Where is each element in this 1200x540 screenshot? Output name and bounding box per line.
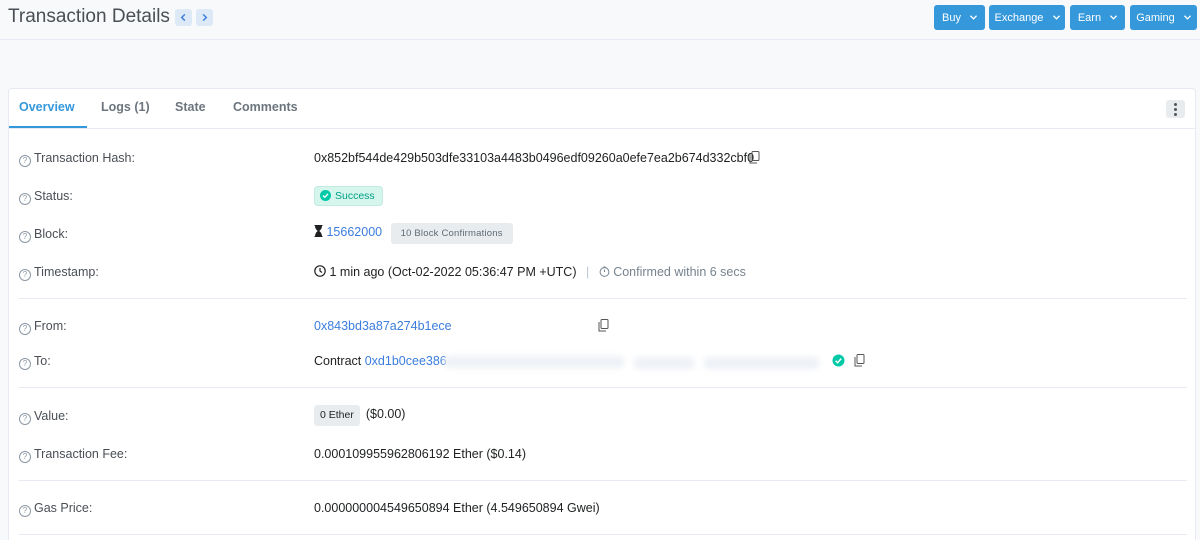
- question-icon: ?: [19, 231, 31, 243]
- tab-comments[interactable]: Comments: [233, 100, 298, 114]
- more-options-button[interactable]: [1166, 100, 1185, 118]
- question-icon: ?: [19, 413, 31, 425]
- tx-hash-label: ? Transaction Hash:: [19, 151, 135, 167]
- confirmed-within-text: Confirmed within 6 secs: [613, 265, 746, 279]
- exchange-label: Exchange: [994, 12, 1044, 24]
- question-icon: ?: [19, 323, 31, 335]
- chevron-down-icon: [1183, 5, 1191, 30]
- from-address-link[interactable]: 0x843bd3a87a274b1ece: [314, 319, 452, 333]
- status-badge: Success: [314, 186, 383, 206]
- tab-bar: Overview Logs (1) State Comments: [9, 89, 1195, 129]
- stopwatch-icon: [599, 266, 610, 277]
- chevron-down-icon: [1052, 5, 1060, 30]
- gaming-label: Gaming: [1136, 12, 1175, 24]
- chevron-down-icon: [1110, 5, 1118, 30]
- exchange-dropdown-button[interactable]: Exchange: [989, 5, 1065, 30]
- copy-icon[interactable]: [854, 354, 865, 367]
- block-number-link[interactable]: 15662000: [326, 225, 382, 239]
- status-label: ? Status:: [19, 189, 73, 205]
- question-icon: ?: [19, 358, 31, 370]
- confirmations-badge: 10 Block Confirmations: [390, 223, 513, 244]
- question-icon: ?: [19, 451, 31, 463]
- clock-icon: [314, 265, 326, 277]
- tx-hash-value: 0x852bf544de429b503dfe33103a4483b0496edf…: [314, 151, 755, 165]
- page-title: Transaction Details: [8, 6, 170, 27]
- to-address-link[interactable]: 0xd1b0cee386: [365, 354, 447, 368]
- divider: [19, 298, 1187, 299]
- gas-price-value: 0.000000004549650894 Ether (4.549650894 …: [314, 501, 600, 515]
- timestamp-label: ? Timestamp:: [19, 265, 99, 281]
- transaction-details-card: Overview Logs (1) State Comments ? Transa…: [8, 88, 1196, 540]
- copy-icon[interactable]: [749, 151, 760, 164]
- buy-dropdown-button[interactable]: Buy: [934, 5, 985, 30]
- chevron-left-icon: [180, 13, 186, 22]
- redacted-address: [704, 357, 819, 369]
- copy-icon[interactable]: [598, 319, 609, 332]
- tab-state[interactable]: State: [175, 100, 206, 114]
- to-address-value: Contract 0xd1b0cee386: [314, 354, 447, 368]
- question-icon: ?: [19, 193, 31, 205]
- redacted-address: [444, 356, 624, 368]
- active-tab-indicator: [9, 126, 87, 128]
- divider: [19, 480, 1187, 481]
- hourglass-icon: [314, 225, 323, 237]
- tab-logs[interactable]: Logs (1): [101, 100, 150, 114]
- value-amount: 0 Ether ($0.00): [314, 405, 405, 426]
- to-label: ? To:: [19, 354, 51, 370]
- check-circle-icon: [320, 190, 331, 201]
- tx-fee-value: 0.000109955962806192 Ether ($0.14): [314, 447, 526, 461]
- chevron-down-icon: [969, 5, 978, 30]
- buy-label: Buy: [941, 12, 961, 24]
- tx-fee-label: ? Transaction Fee:: [19, 447, 127, 463]
- earn-dropdown-button[interactable]: Earn: [1070, 5, 1125, 30]
- next-arrow-button[interactable]: [196, 9, 213, 26]
- timestamp-value: 1 min ago (Oct-02-2022 05:36:47 PM +UTC)…: [314, 265, 746, 279]
- prev-arrow-button[interactable]: [175, 9, 192, 26]
- divider: [19, 387, 1187, 388]
- block-label: ? Block:: [19, 227, 68, 243]
- gas-price-label: ? Gas Price:: [19, 501, 92, 517]
- question-icon: ?: [19, 155, 31, 167]
- block-value: 15662000 10 Block Confirmations: [314, 223, 513, 244]
- question-icon: ?: [19, 269, 31, 281]
- verified-check-icon: [832, 354, 845, 367]
- chevron-right-icon: [202, 13, 208, 22]
- from-label: ? From:: [19, 319, 67, 335]
- earn-label: Earn: [1077, 12, 1102, 24]
- divider: [19, 534, 1187, 535]
- gaming-dropdown-button[interactable]: Gaming: [1130, 5, 1197, 30]
- ether-amount-badge: 0 Ether: [314, 405, 360, 426]
- tab-overview[interactable]: Overview: [19, 100, 75, 114]
- page-header: Transaction Details Buy Exchange Earn Ga…: [0, 0, 1200, 40]
- redacted-address: [634, 357, 694, 369]
- question-icon: ?: [19, 505, 31, 517]
- value-label: ? Value:: [19, 409, 69, 425]
